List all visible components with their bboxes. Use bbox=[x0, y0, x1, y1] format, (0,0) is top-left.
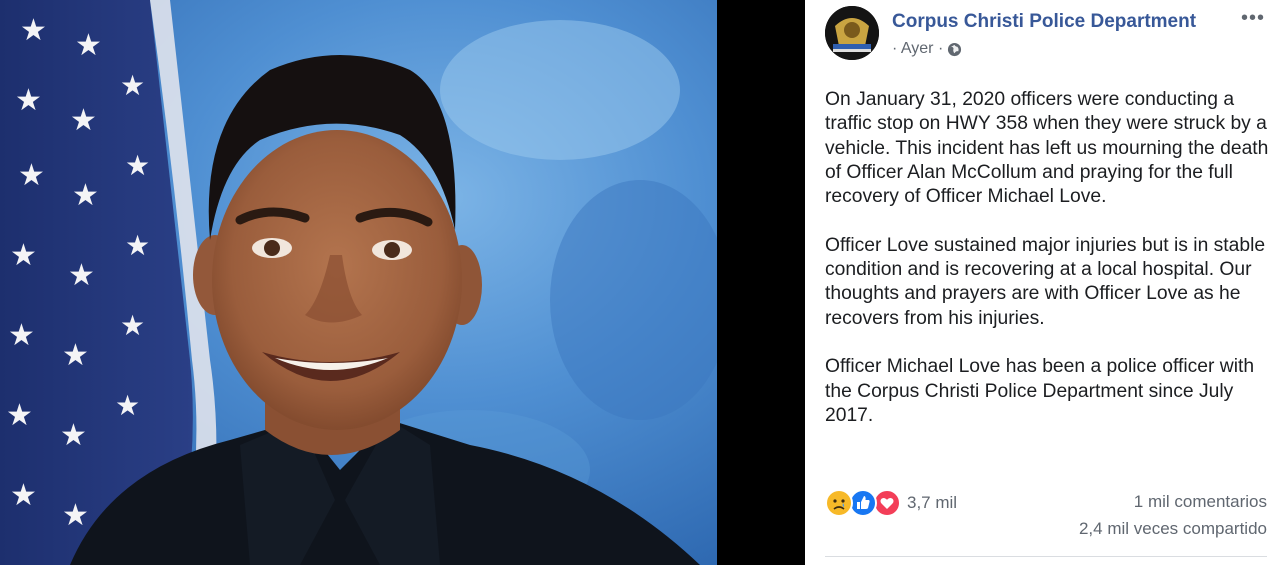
svg-text:★: ★ bbox=[10, 479, 37, 512]
svg-text:★: ★ bbox=[72, 179, 99, 212]
officer-portrait-image: ★ ★ ★ ★ ★ ★ ★ ★ ★ ★ ★ ★ ★ ★ ★ ★ ★ ★ ★ bbox=[0, 0, 717, 565]
svg-text:★: ★ bbox=[120, 310, 145, 341]
svg-text:★: ★ bbox=[20, 14, 47, 47]
post-paragraph: Officer Love sustained major injuries bu… bbox=[825, 234, 1266, 329]
comments-count-link[interactable]: 1 mil comentarios bbox=[1134, 492, 1267, 512]
svg-text:★: ★ bbox=[15, 84, 42, 117]
svg-text:★: ★ bbox=[125, 150, 150, 181]
svg-text:★: ★ bbox=[120, 70, 145, 101]
shares-count-link[interactable]: 2,4 mil veces compartido bbox=[1079, 519, 1267, 539]
svg-text:★: ★ bbox=[10, 239, 37, 272]
like-reaction-icon bbox=[849, 489, 877, 517]
more-options-button[interactable]: ••• bbox=[1240, 8, 1266, 28]
post-body: On January 31, 2020 officers were conduc… bbox=[825, 88, 1273, 452]
post-timestamp[interactable]: · Ayer · bbox=[892, 40, 943, 58]
svg-text:★: ★ bbox=[6, 399, 33, 432]
post-paragraph: On January 31, 2020 officers were conduc… bbox=[825, 89, 1269, 208]
svg-text:★: ★ bbox=[125, 230, 150, 261]
sad-reaction-icon bbox=[825, 489, 853, 517]
svg-text:★: ★ bbox=[8, 319, 35, 352]
page-name-link[interactable]: Corpus Christi Police Department bbox=[892, 11, 1196, 33]
globe-icon[interactable] bbox=[947, 42, 962, 57]
svg-text:★: ★ bbox=[70, 104, 97, 137]
svg-text:★: ★ bbox=[115, 390, 140, 421]
reactions-summary[interactable]: 3,7 mil bbox=[825, 489, 957, 517]
police-badge-icon bbox=[825, 6, 879, 60]
svg-text:★: ★ bbox=[62, 339, 89, 372]
svg-text:★: ★ bbox=[62, 499, 89, 532]
page-avatar[interactable] bbox=[825, 6, 879, 60]
svg-text:★: ★ bbox=[60, 419, 87, 452]
love-reaction-icon bbox=[873, 489, 901, 517]
post-meta: · Ayer · bbox=[892, 40, 962, 58]
post-panel: Corpus Christi Police Department · Ayer … bbox=[805, 0, 1280, 565]
post-photo[interactable]: ★ ★ ★ ★ ★ ★ ★ ★ ★ ★ ★ ★ ★ ★ ★ ★ ★ ★ ★ bbox=[0, 0, 717, 565]
divider bbox=[825, 556, 1267, 557]
svg-text:★: ★ bbox=[68, 259, 95, 292]
post-paragraph: Officer Michael Love has been a police o… bbox=[825, 356, 1255, 426]
reaction-count[interactable]: 3,7 mil bbox=[907, 493, 957, 513]
svg-text:★: ★ bbox=[75, 29, 102, 62]
svg-text:★: ★ bbox=[18, 159, 45, 192]
